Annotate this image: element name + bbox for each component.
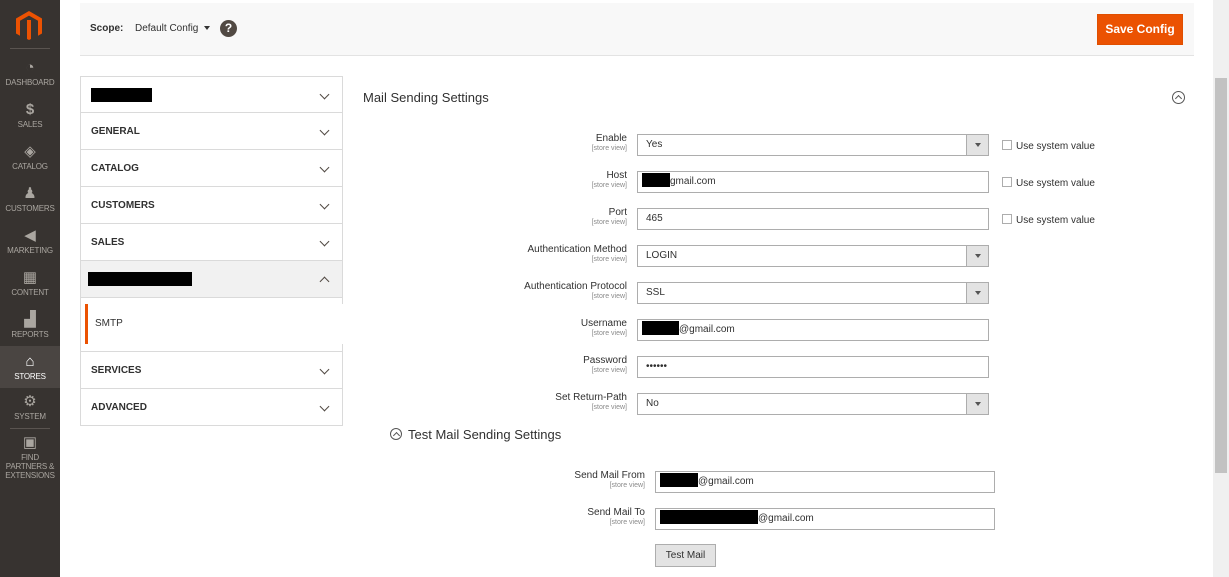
scope-note: [store view]: [591, 145, 627, 152]
port-input[interactable]: 465: [637, 208, 989, 230]
scope-note: [store view]: [591, 182, 627, 189]
row-enable: Enable [store view] Yes Use system value: [0, 133, 1229, 163]
field-label: Port: [608, 207, 627, 218]
magento-logo-icon[interactable]: [14, 10, 44, 40]
row-password: Password [store view] ••••••: [0, 355, 1229, 385]
scope-bar: Scope: Default Config ? Save Config: [80, 3, 1194, 56]
row-host: Host [store view] gmail.com Use system va…: [0, 170, 1229, 200]
scope-note: [store view]: [609, 482, 645, 489]
return-path-select[interactable]: No: [637, 393, 989, 415]
test-mail-section-toggle[interactable]: Test Mail Sending Settings: [390, 427, 561, 442]
scope-label: Scope:: [90, 23, 124, 34]
field-label: Authentication Method: [527, 244, 627, 255]
field-label: Send Mail To: [587, 507, 645, 518]
scope-note: [store view]: [591, 330, 627, 337]
nav-divider: [10, 428, 50, 429]
dashboard-icon: ◔: [25, 59, 35, 76]
redacted-block: [660, 510, 758, 524]
test-mail-button[interactable]: Test Mail: [655, 544, 716, 567]
tab-redacted-top[interactable]: [80, 76, 343, 113]
auth-method-select[interactable]: LOGIN: [637, 245, 989, 267]
row-send-to: Send Mail To [store view] @gmail.com: [0, 507, 1229, 537]
scope-note: [store view]: [609, 519, 645, 526]
caret-down-icon: [204, 26, 211, 31]
dropdown-arrow-icon: [966, 283, 988, 303]
scope-value: Default Config: [135, 23, 199, 34]
field-label: Authentication Protocol: [524, 281, 627, 292]
scope-note: [store view]: [591, 219, 627, 226]
enable-select[interactable]: Yes: [637, 134, 989, 156]
use-system-value-checkbox[interactable]: Use system value: [1002, 177, 1095, 189]
field-label: Username: [580, 318, 627, 329]
field-label: Password: [583, 355, 627, 366]
redacted-block: [642, 173, 670, 187]
collapse-icon[interactable]: [1172, 91, 1185, 104]
scrollbar-thumb[interactable]: [1215, 78, 1227, 473]
redacted-block: [642, 321, 679, 335]
package-icon: ▣: [22, 434, 38, 451]
dollar-icon: $: [25, 101, 35, 118]
scope-note: [store view]: [591, 293, 627, 300]
username-input[interactable]: @gmail.com: [637, 319, 989, 341]
row-return-path: Set Return-Path [store view] No: [0, 392, 1229, 422]
chevron-down-icon: [319, 89, 330, 100]
row-auth-protocol: Authentication Protocol [store view] SSL: [0, 281, 1229, 311]
send-mail-from-input[interactable]: @gmail.com: [655, 471, 995, 493]
magento-config-page: ◔ DASHBOARD $ SALES ◈ CATALOG ♟ CUSTOMER…: [0, 0, 1229, 577]
dropdown-arrow-icon: [966, 394, 988, 414]
scope-note: [store view]: [591, 256, 627, 263]
dropdown-arrow-icon: [966, 135, 988, 155]
scope-switcher[interactable]: Default Config: [135, 23, 211, 34]
send-mail-to-input[interactable]: @gmail.com: [655, 508, 995, 530]
collapse-icon: [390, 428, 402, 440]
scrollbar[interactable]: [1213, 0, 1229, 577]
scope-note: [store view]: [591, 367, 627, 374]
checkbox-icon: [1002, 177, 1012, 187]
nav-item-dashboard[interactable]: ◔ DASHBOARD: [0, 58, 60, 100]
host-input[interactable]: gmail.com: [637, 171, 989, 193]
checkbox-icon: [1002, 140, 1012, 150]
field-label: Send Mail From: [574, 470, 645, 481]
redacted-block: [660, 473, 698, 487]
row-auth-method: Authentication Method [store view] LOGIN: [0, 244, 1229, 274]
use-system-value-checkbox[interactable]: Use system value: [1002, 214, 1095, 226]
field-label: Host: [606, 170, 627, 181]
auth-protocol-select[interactable]: SSL: [637, 282, 989, 304]
redacted-block: [91, 88, 152, 102]
row-port: Port [store view] 465 Use system value: [0, 207, 1229, 237]
use-system-value-checkbox[interactable]: Use system value: [1002, 140, 1095, 152]
field-label: Set Return-Path: [555, 392, 627, 403]
field-label: Enable: [595, 133, 627, 144]
dropdown-arrow-icon: [966, 246, 988, 266]
save-config-button[interactable]: Save Config: [1097, 14, 1183, 45]
nav-item-find-partners[interactable]: ▣ FIND PARTNERS & EXTENSIONS: [0, 433, 60, 480]
row-username: Username [store view] @gmail.com: [0, 318, 1229, 348]
scope-note: [store view]: [591, 404, 627, 411]
checkbox-icon: [1002, 214, 1012, 224]
row-send-from: Send Mail From [store view] @gmail.com: [0, 470, 1229, 500]
section-title: Mail Sending Settings: [363, 90, 489, 105]
help-icon[interactable]: ?: [220, 20, 237, 37]
nav-divider: [10, 48, 50, 49]
password-input[interactable]: ••••••: [637, 356, 989, 378]
